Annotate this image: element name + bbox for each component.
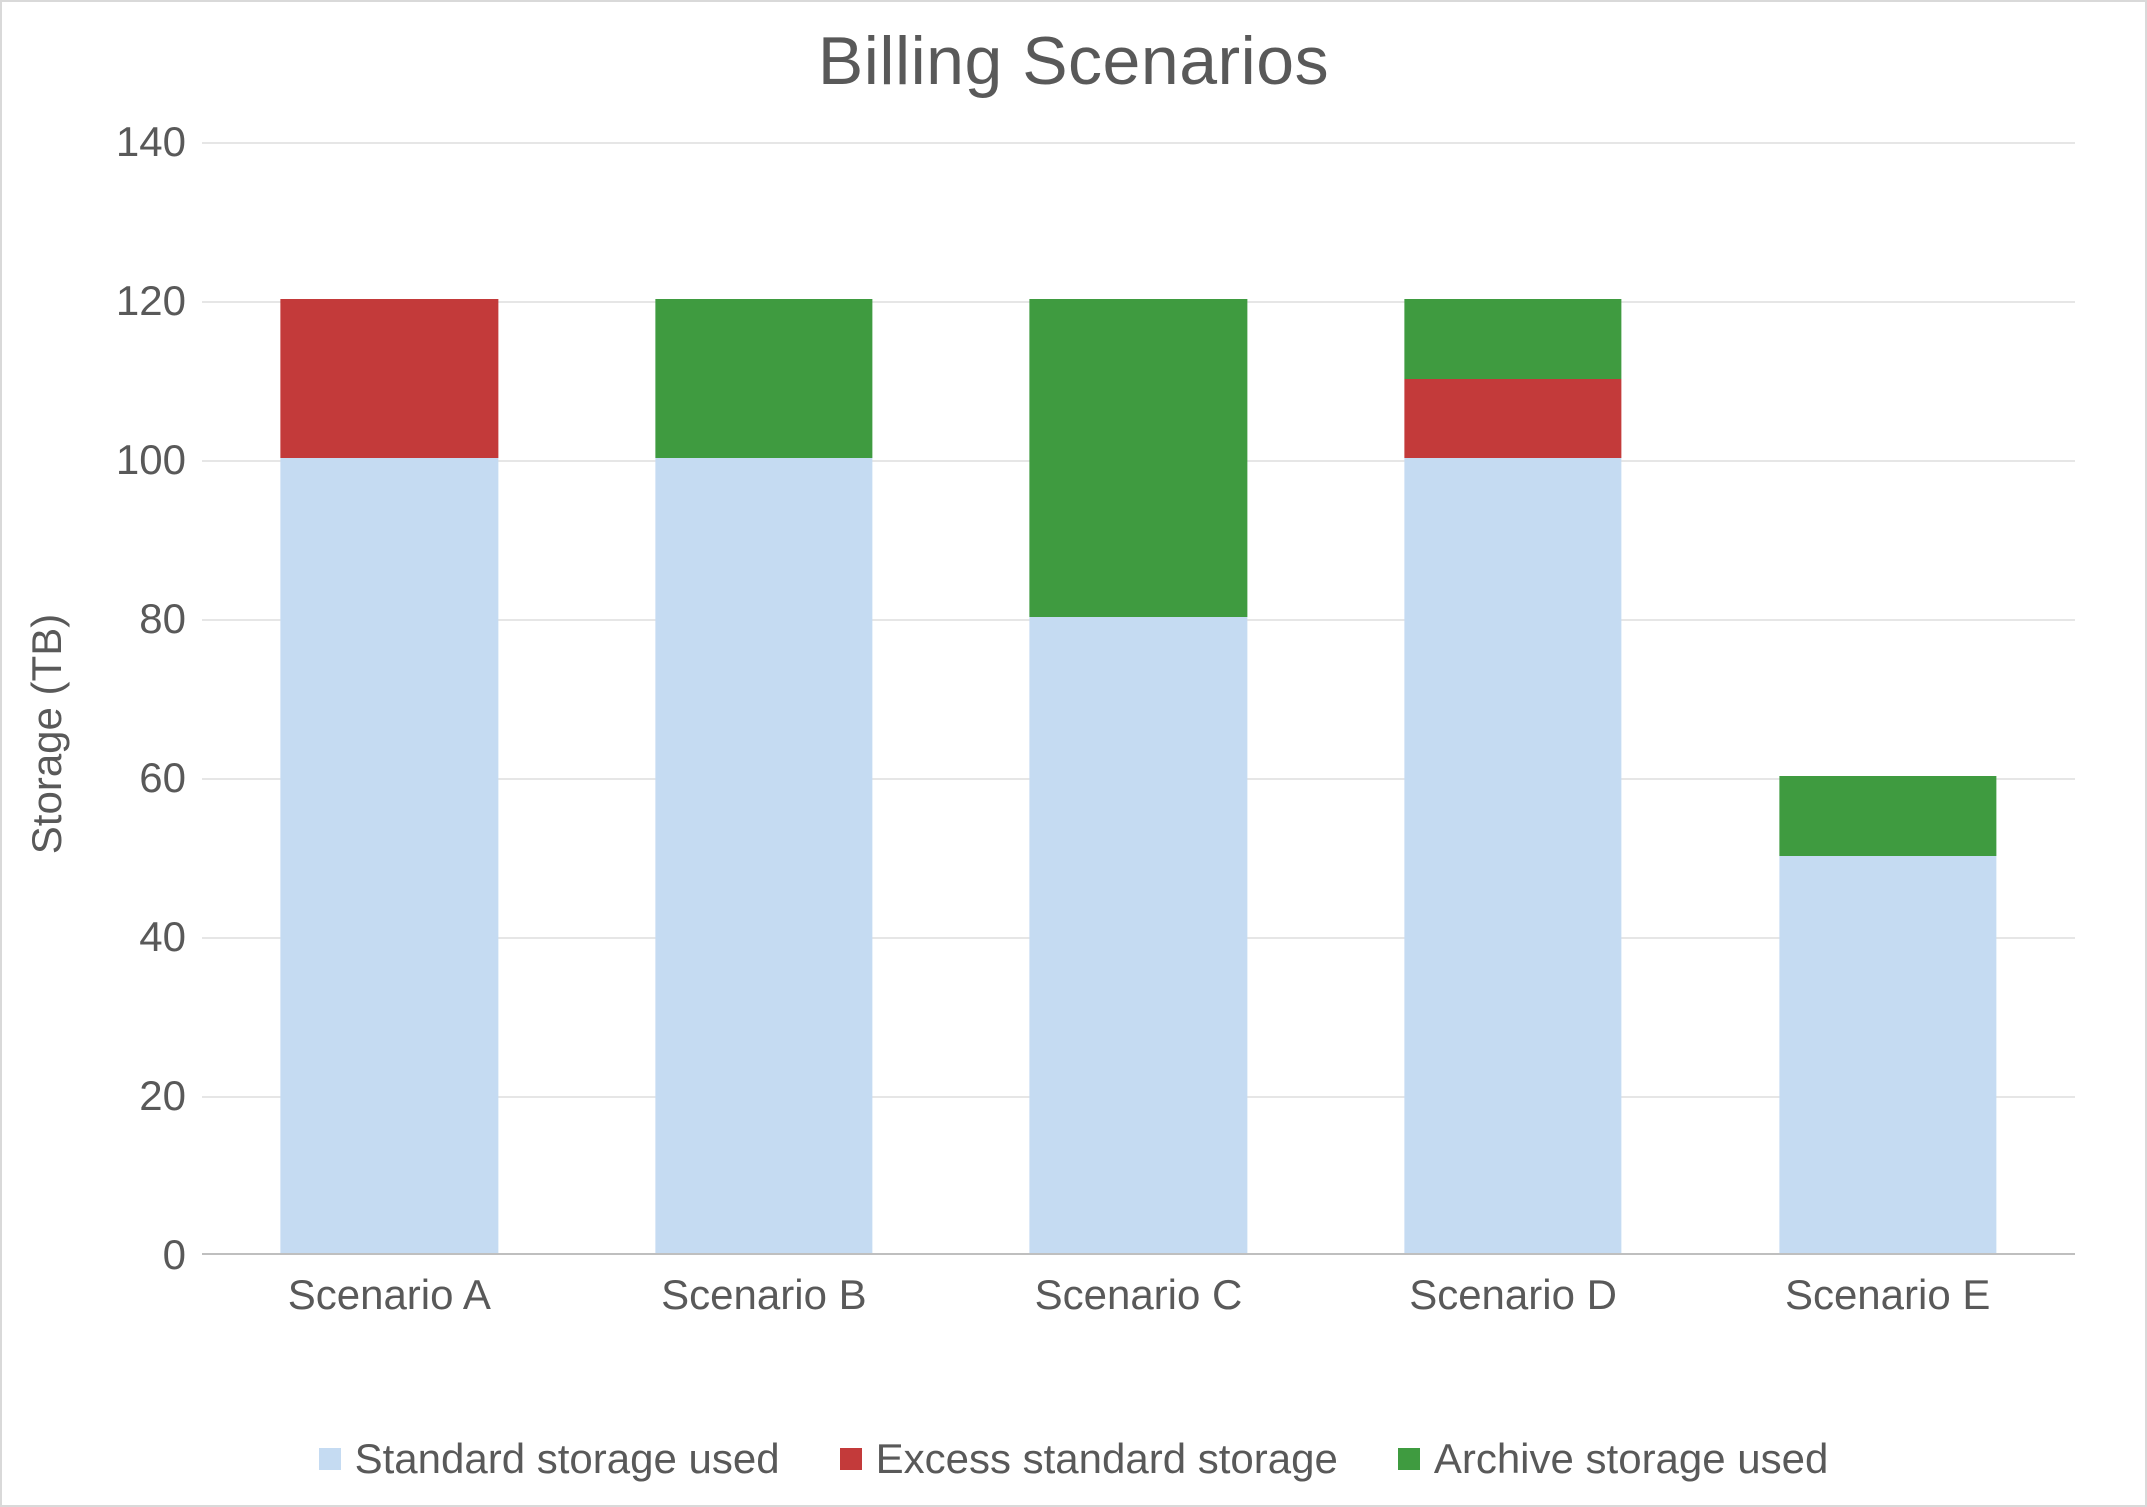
bar-segment: [1779, 776, 1996, 856]
bar-segment: [655, 458, 872, 1253]
bars-row: Scenario AScenario BScenario CScenario D…: [202, 142, 2075, 1253]
bar-segment: [655, 299, 872, 458]
legend-label: Archive storage used: [1434, 1435, 1829, 1483]
legend-item: Excess standard storage: [840, 1435, 1338, 1483]
legend-label: Standard storage used: [355, 1435, 780, 1483]
legend: Standard storage used Excess standard sto…: [2, 1435, 2145, 1483]
legend-swatch: [319, 1448, 341, 1470]
legend-label: Excess standard storage: [876, 1435, 1338, 1483]
y-tick-label: 20: [139, 1072, 202, 1120]
x-tick-label: Scenario A: [202, 1253, 577, 1319]
bar-slot: Scenario B: [577, 142, 952, 1253]
bar-stack: [1779, 776, 1996, 1253]
y-tick-label: 100: [116, 436, 202, 484]
x-tick-label: Scenario D: [1326, 1253, 1701, 1319]
legend-swatch: [1398, 1448, 1420, 1470]
bar-segment: [281, 458, 498, 1253]
y-tick-label: 140: [116, 118, 202, 166]
bar-stack: [281, 299, 498, 1253]
bar-stack: [655, 299, 872, 1253]
x-tick-label: Scenario C: [951, 1253, 1326, 1319]
legend-swatch: [840, 1448, 862, 1470]
chart-title: Billing Scenarios: [2, 2, 2145, 100]
bar-segment: [1404, 379, 1621, 459]
bar-slot: Scenario E: [1700, 142, 2075, 1253]
y-tick-label: 120: [116, 277, 202, 325]
chart-frame: Billing Scenarios Storage (TB) 020406080…: [0, 0, 2147, 1507]
y-tick-label: 40: [139, 913, 202, 961]
bar-slot: Scenario A: [202, 142, 577, 1253]
y-axis-label: Storage (TB): [23, 613, 71, 853]
bar-segment: [281, 299, 498, 458]
bar-stack: [1030, 299, 1247, 1253]
bar-segment: [1404, 299, 1621, 379]
bar-segment: [1030, 617, 1247, 1253]
bar-segment: [1404, 458, 1621, 1253]
bar-stack: [1404, 299, 1621, 1253]
bar-slot: Scenario D: [1326, 142, 1701, 1253]
bar-segment: [1030, 299, 1247, 617]
plot-area: 020406080100120140Scenario AScenario BSc…: [202, 142, 2075, 1255]
legend-item: Standard storage used: [319, 1435, 780, 1483]
bar-slot: Scenario C: [951, 142, 1326, 1253]
y-axis-label-wrap: Storage (TB): [17, 142, 77, 1325]
y-tick-label: 80: [139, 595, 202, 643]
y-tick-label: 60: [139, 754, 202, 802]
y-tick-label: 0: [163, 1231, 202, 1279]
bar-segment: [1779, 856, 1996, 1254]
legend-item: Archive storage used: [1398, 1435, 1829, 1483]
plot-outer: Storage (TB) 020406080100120140Scenario …: [112, 142, 2105, 1325]
x-tick-label: Scenario E: [1700, 1253, 2075, 1319]
x-tick-label: Scenario B: [577, 1253, 952, 1319]
